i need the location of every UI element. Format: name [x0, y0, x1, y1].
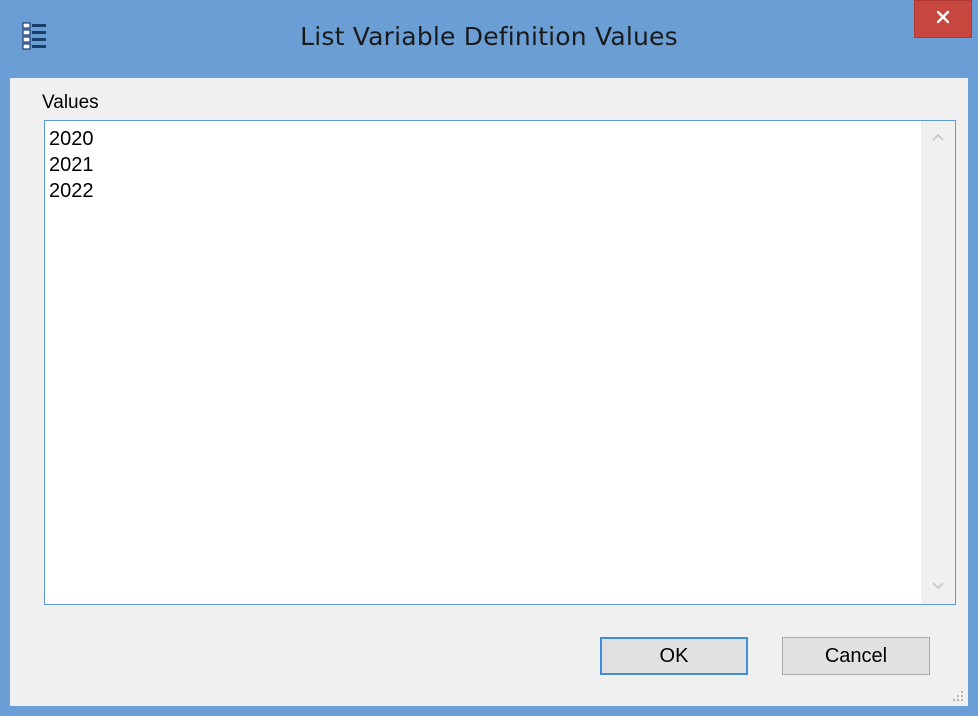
close-icon: [936, 10, 950, 29]
values-label: Values: [42, 92, 99, 113]
chevron-down-icon: [931, 578, 945, 596]
title-bar[interactable]: List Variable Definition Values: [0, 0, 978, 78]
dialog-window: List Variable Definition Values Values 2…: [0, 0, 978, 716]
chevron-up-icon: [931, 129, 945, 147]
cancel-button[interactable]: Cancel: [782, 637, 930, 675]
values-textbox[interactable]: 2020 2021 2022: [44, 120, 956, 605]
close-button[interactable]: [914, 0, 972, 38]
resize-grip-icon[interactable]: [950, 688, 964, 702]
scroll-down-button[interactable]: [921, 570, 955, 604]
list-item[interactable]: 2022: [49, 179, 94, 205]
ok-button[interactable]: OK: [600, 637, 748, 675]
window-title: List Variable Definition Values: [300, 22, 678, 51]
scroll-up-button[interactable]: [921, 121, 955, 155]
list-item[interactable]: 2020: [49, 127, 94, 153]
vertical-scrollbar[interactable]: [921, 121, 955, 604]
values-list: 2020 2021 2022: [49, 127, 94, 205]
list-item[interactable]: 2021: [49, 153, 94, 179]
dialog-body: Values 2020 2021 2022 OK Cancel: [10, 78, 968, 706]
